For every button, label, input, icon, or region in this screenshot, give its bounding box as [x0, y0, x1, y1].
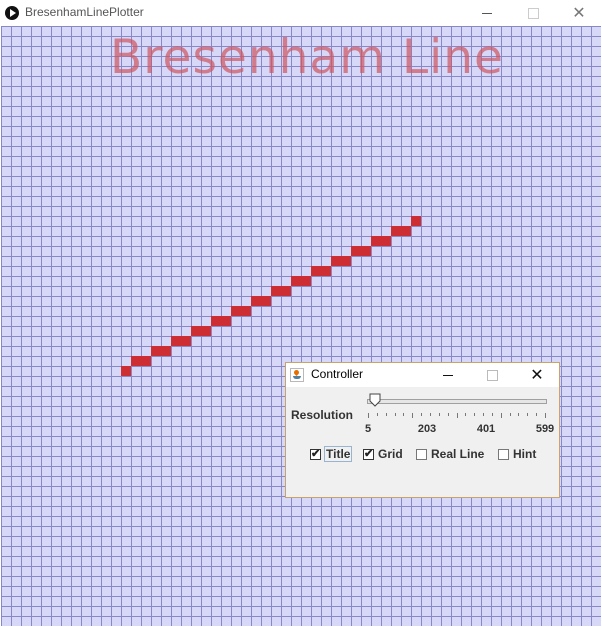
plotted-pixel — [221, 316, 231, 326]
slider-tick — [385, 413, 387, 416]
plotted-pixel — [321, 266, 331, 276]
plotted-pixel — [301, 276, 311, 286]
grid-layer — [1, 26, 601, 626]
close-button[interactable]: ✕ — [556, 0, 602, 26]
checkbox-hint[interactable]: Hint — [498, 447, 536, 461]
plotted-pixel — [241, 306, 251, 316]
main-title-bar: BresenhamLinePlotter ✕ — [0, 0, 602, 26]
slider-thumb[interactable] — [369, 393, 381, 407]
plotted-pixel — [341, 256, 351, 266]
slider-tick — [394, 413, 396, 416]
slider-tick — [412, 413, 414, 418]
slider-tick — [376, 413, 378, 416]
slider-tick — [500, 413, 502, 418]
maximize-icon — [486, 369, 498, 381]
plotted-pixel — [411, 216, 421, 226]
minimize-button[interactable] — [464, 0, 510, 26]
checkbox-label[interactable]: Title — [323, 446, 353, 462]
checkbox-label[interactable]: Hint — [513, 447, 536, 461]
plotted-pixel — [131, 356, 141, 366]
plotted-pixel — [311, 266, 321, 276]
controller-minimize-button[interactable] — [426, 363, 470, 387]
plotted-pixel — [331, 256, 341, 266]
slider-tick — [403, 413, 405, 416]
plotted-pixel — [391, 226, 401, 236]
slider-tick — [527, 413, 529, 416]
plotted-pixel — [181, 336, 191, 346]
plotted-pixel — [171, 336, 181, 346]
minimize-icon — [482, 12, 492, 14]
slider-tick-label: 203 — [417, 423, 437, 435]
controller-title-bar: Controller ✕ — [286, 363, 559, 387]
plotted-pixel — [381, 236, 391, 246]
plotted-pixel — [361, 246, 371, 256]
plotted-pixel — [141, 356, 151, 366]
plotted-pixel — [161, 346, 171, 356]
close-icon: ✕ — [572, 5, 586, 22]
checkbox-box[interactable] — [310, 447, 321, 460]
plotted-pixel — [231, 306, 241, 316]
slider-tick — [518, 413, 520, 416]
controller-maximize-button[interactable] — [470, 363, 514, 387]
plotted-pixel — [261, 296, 271, 306]
checkbox-title[interactable]: Title — [310, 446, 353, 462]
checkbox-box[interactable] — [416, 448, 427, 460]
checkbox-box[interactable] — [363, 447, 374, 460]
play-circle-icon — [5, 6, 19, 20]
plotted-pixel — [401, 226, 411, 236]
plotted-pixel — [291, 276, 301, 286]
slider-tick-label: 5 — [364, 423, 372, 435]
window-title: BresenhamLinePlotter — [25, 5, 144, 19]
close-icon: ✕ — [530, 367, 544, 384]
slider-tick — [465, 413, 467, 416]
controller-dialog: Controller ✕ Resolution 5 203 401 599 Title… — [285, 362, 560, 498]
plotted-pixel — [351, 246, 361, 256]
slider-tick-label: 401 — [476, 423, 496, 435]
controller-close-button[interactable]: ✕ — [515, 363, 559, 387]
slider-tick — [545, 413, 546, 418]
plotted-pixel — [151, 346, 161, 356]
slider-tick — [368, 413, 369, 418]
resolution-label: Resolution — [291, 408, 353, 422]
slider-tick — [421, 413, 423, 416]
slider-tick — [509, 413, 511, 416]
minimize-icon — [443, 374, 453, 376]
plotted-pixel — [191, 326, 201, 336]
plotted-pixel — [201, 326, 211, 336]
slider-tick — [491, 413, 493, 416]
plotted-pixel — [271, 286, 281, 296]
checkbox-label[interactable]: Real Line — [431, 447, 484, 461]
checkbox-real-line[interactable]: Real Line — [416, 447, 484, 461]
slider-tick — [456, 413, 458, 418]
plotted-pixel — [121, 366, 131, 376]
checkbox-label[interactable]: Grid — [378, 447, 403, 461]
slider-tick — [483, 413, 485, 416]
maximize-button[interactable] — [510, 0, 556, 26]
slider-tick — [429, 413, 431, 416]
slider-track[interactable] — [367, 399, 547, 404]
plotted-pixel — [281, 286, 291, 296]
plotted-pixel — [251, 296, 261, 306]
slider-tick — [447, 413, 449, 416]
maximize-icon — [527, 7, 539, 19]
checkbox-box[interactable] — [498, 448, 509, 460]
slider-tick-label: 599 — [535, 423, 555, 435]
resolution-slider[interactable]: 5 203 401 599 — [364, 393, 554, 445]
checkbox-grid[interactable]: Grid — [363, 447, 403, 461]
slider-tick — [474, 413, 476, 416]
canvas-title: Bresenham Line — [110, 30, 504, 85]
plotted-pixel — [371, 236, 381, 246]
plotted-pixel — [211, 316, 221, 326]
java-icon — [290, 368, 304, 382]
plot-canvas[interactable]: Bresenham Line — [1, 26, 601, 626]
slider-tick — [438, 413, 440, 416]
slider-tick — [536, 413, 538, 416]
controller-title: Controller — [311, 367, 364, 381]
